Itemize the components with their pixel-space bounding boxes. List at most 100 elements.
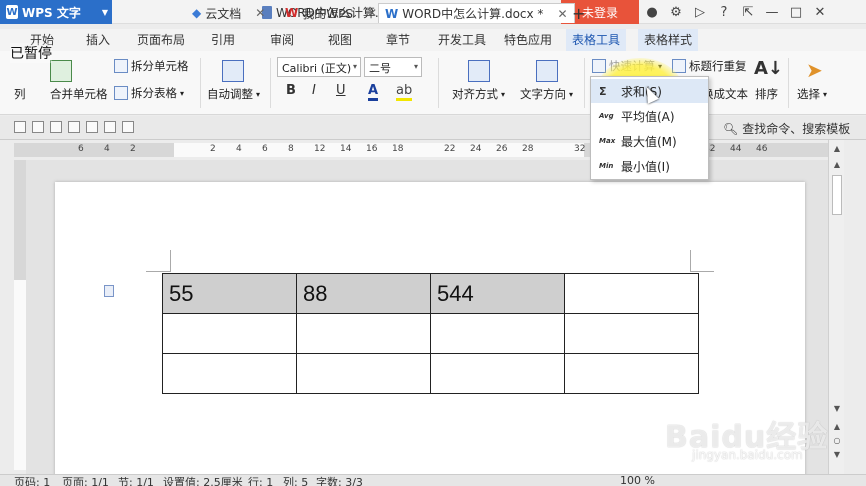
maximize-icon[interactable]: □: [788, 3, 804, 21]
ruler-tick: 4: [236, 144, 242, 154]
table-cell[interactable]: 88: [296, 273, 431, 314]
restore-icon[interactable]: ⇱: [740, 3, 756, 21]
split-table-icon: [114, 86, 128, 100]
skin-icon[interactable]: ●: [644, 3, 660, 21]
select-button[interactable]: 选择 ▾: [797, 86, 827, 102]
scroll-down-icon[interactable]: ▼: [832, 404, 842, 414]
split-cells-button[interactable]: 拆分单元格: [114, 58, 189, 74]
tab-table-tools[interactable]: 表格工具: [566, 29, 627, 51]
help-icon[interactable]: ?: [716, 3, 732, 21]
table-cell[interactable]: 544: [430, 273, 565, 314]
settings-icon[interactable]: ⚙: [668, 3, 684, 21]
split-table-button[interactable]: 拆分表格 ▾: [114, 85, 184, 101]
paused-overlay: 已暂停: [10, 43, 52, 63]
tab-review[interactable]: 审阅: [264, 29, 300, 51]
quick-access-toolbar: [14, 121, 134, 133]
tab-developer[interactable]: 开发工具: [432, 29, 492, 51]
italic-icon[interactable]: I: [312, 83, 316, 98]
vertical-ruler[interactable]: [14, 160, 26, 470]
menu-item-average[interactable]: Avg 平均值(A): [591, 104, 708, 128]
table-row: 55 88 544: [162, 273, 699, 314]
table-cell[interactable]: 55: [162, 273, 297, 314]
select-cursor-icon[interactable]: ➤: [806, 58, 823, 82]
prev-page-icon[interactable]: ▲: [832, 422, 842, 432]
text-direction-icon-wrap[interactable]: [536, 60, 558, 86]
vertical-scrollbar[interactable]: ▲ ▲ ▼ ▲ ○ ▼: [828, 140, 844, 474]
status-setting: 设置值: 2.5厘米: [163, 476, 243, 486]
status-zoom[interactable]: 100 %: [620, 474, 655, 486]
tab-references[interactable]: 引用: [205, 29, 241, 51]
tab-view[interactable]: 视图: [322, 29, 358, 51]
tab-features[interactable]: 特色应用: [498, 29, 558, 51]
font-name-select[interactable]: Calibri (正文) ▾: [277, 57, 361, 77]
table-cell[interactable]: [430, 313, 565, 354]
merge-cells-button[interactable]: [50, 60, 72, 86]
select-browse-icon[interactable]: ○: [832, 436, 842, 446]
close-tab-icon[interactable]: ✕: [255, 6, 265, 20]
save-icon[interactable]: [32, 121, 44, 133]
doc-tab-cloud[interactable]: ◆ 云文档 ✕: [186, 3, 271, 23]
tab-page-layout[interactable]: 页面布局: [131, 29, 191, 51]
table-cell[interactable]: [296, 313, 431, 354]
table-cell[interactable]: [564, 273, 699, 314]
sort-label[interactable]: 排序: [755, 86, 778, 102]
new-tab-button[interactable]: +: [566, 3, 591, 23]
open-icon[interactable]: [14, 121, 26, 133]
table-cell[interactable]: [162, 313, 297, 354]
font-color-icon[interactable]: A: [368, 83, 379, 101]
split-cells-label: 拆分单元格: [131, 59, 189, 73]
ribbon-row-label[interactable]: 列: [14, 86, 26, 102]
close-tab-icon[interactable]: ✕: [367, 6, 377, 20]
repeat-header-label: 标题行重复: [689, 59, 747, 73]
table-cell[interactable]: [162, 353, 297, 394]
table-move-handle-icon[interactable]: [104, 285, 114, 297]
doc-tab-mywps[interactable]: W 我的WPS ✕: [279, 3, 383, 23]
close-icon[interactable]: ✕: [812, 3, 828, 21]
share-icon[interactable]: ▷: [692, 3, 708, 21]
redo-icon[interactable]: [122, 121, 134, 133]
ruler-tick: 44: [730, 144, 742, 154]
print-icon[interactable]: [68, 121, 80, 133]
tab-chapter[interactable]: 章节: [380, 29, 416, 51]
underline-icon[interactable]: U: [336, 83, 346, 98]
margin-corner-mark: [170, 250, 171, 272]
min-icon: Min: [599, 162, 614, 170]
highlight-icon[interactable]: ab: [396, 83, 413, 101]
document-table[interactable]: 55 88 544: [162, 273, 699, 394]
scrollbar-thumb[interactable]: [832, 175, 842, 215]
pdf-icon[interactable]: [50, 121, 62, 133]
undo-icon[interactable]: [104, 121, 116, 133]
align-label: 对齐方式: [452, 87, 498, 101]
doc-tab-label: WORD中怎么计算.docx *: [402, 7, 544, 21]
auto-fit-label: 自动调整: [207, 87, 253, 101]
text-direction-button[interactable]: 文字方向 ▾: [520, 86, 573, 102]
auto-fit-button[interactable]: 自动调整 ▾: [207, 86, 260, 102]
tab-table-style[interactable]: 表格样式: [638, 29, 699, 51]
minimize-icon[interactable]: —: [764, 3, 780, 21]
scroll-up-icon[interactable]: ▲: [832, 160, 842, 170]
ruler-tick: 22: [444, 144, 456, 154]
wps-app-menu-button[interactable]: W WPS 文字 ▼: [0, 0, 112, 24]
table-cell[interactable]: [296, 353, 431, 394]
ruler-tick: 32: [574, 144, 586, 154]
preview-icon[interactable]: [86, 121, 98, 133]
table-cell[interactable]: [564, 353, 699, 394]
ruler-tick: 46: [756, 144, 768, 154]
font-size-select[interactable]: 二号 ▾: [364, 57, 422, 77]
menu-item-max[interactable]: Max 最大值(M): [591, 129, 708, 153]
next-page-icon[interactable]: ▼: [832, 450, 842, 460]
scroll-up-icon[interactable]: ▲: [832, 144, 842, 154]
align-icon-wrap[interactable]: [468, 60, 490, 86]
merge-cells-label[interactable]: 合并单元格: [50, 86, 108, 102]
sort-icon[interactable]: A↓: [754, 58, 783, 79]
table-cell[interactable]: [430, 353, 565, 394]
doc-tab-current[interactable]: W WORD中怎么计算.docx * ✕: [378, 3, 575, 23]
align-button[interactable]: 对齐方式 ▾: [452, 86, 505, 102]
auto-fit-icon-wrap[interactable]: [222, 60, 244, 86]
menu-item-min[interactable]: Min 最小值(I): [591, 154, 708, 178]
bold-icon[interactable]: B: [286, 83, 296, 98]
repeat-header-button[interactable]: 标题行重复: [672, 58, 747, 74]
table-cell[interactable]: [564, 313, 699, 354]
tab-insert[interactable]: 插入: [80, 29, 116, 51]
command-search[interactable]: 🔍︎ 查找命令、搜索模板: [723, 120, 850, 137]
